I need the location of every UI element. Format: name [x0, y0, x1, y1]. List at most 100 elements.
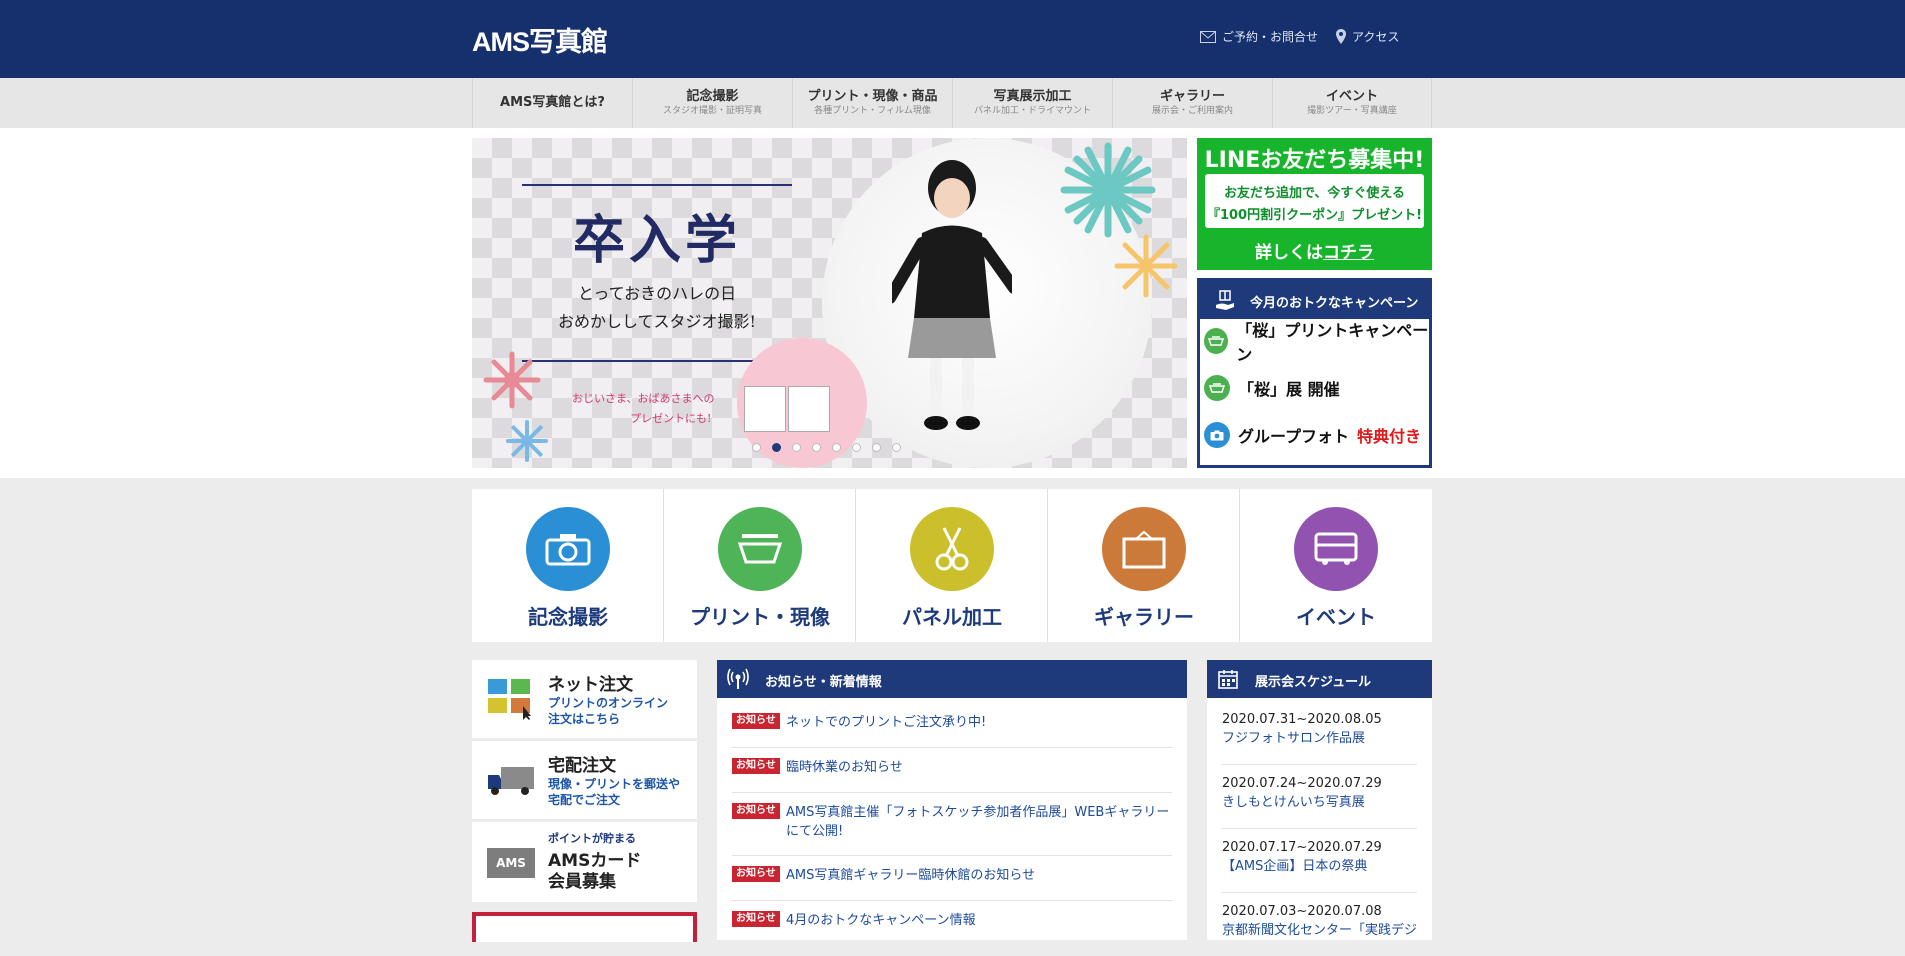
net-order-sub-2: 注文はこちら	[548, 712, 621, 726]
delivery-order-sub-1: 現像・プリントを郵送や	[548, 777, 681, 791]
hero-pink-line2: プレゼントにも!	[630, 412, 712, 425]
campaign-item-sakura-print[interactable]: 「桜」プリントキャンペーン	[1204, 321, 1429, 364]
category-portrait[interactable]: 記念撮影	[472, 489, 664, 642]
news-tag: お知らせ	[732, 866, 780, 882]
slider-dots	[752, 443, 901, 452]
hero-slider[interactable]: 卒入学 とっておきのハレの日 おめかししてスタジオ撮影! おじいさま、おばあさま…	[472, 138, 1187, 468]
slider-dot[interactable]	[832, 443, 841, 452]
map-pin-icon	[1336, 29, 1346, 44]
slider-dot-active[interactable]	[772, 443, 781, 452]
campaign-title: 今月のおトクなキャンペーン	[1250, 296, 1419, 311]
calendar-icon	[1218, 670, 1238, 689]
gift-hand-icon	[1216, 290, 1234, 310]
line-friends-banner[interactable]: LINEお友だち募集中! お友だち追加で、今すぐ使える 『100円割引クーポン』…	[1197, 138, 1432, 270]
news-item[interactable]: お知らせ AMS写真館主催「フォトスケッチ参加者作品展」WEBギャラリーにて公開…	[732, 803, 1172, 856]
news-header: お知らせ・新着情報	[717, 660, 1187, 698]
slider-dot[interactable]	[852, 443, 861, 452]
schedule-name[interactable]: フジフォトサロン作品展	[1222, 729, 1417, 748]
campaign-header: 今月のおトクなキャンペーン	[1200, 281, 1429, 319]
news-item-text[interactable]: 臨時休業のお知らせ	[786, 758, 1171, 777]
net-order-banner[interactable]: ネット注文 プリントのオンライン 注文はこちら	[472, 660, 697, 738]
delivery-order-sub-2: 宅配でご注文	[548, 793, 621, 807]
printer-icon	[1204, 375, 1230, 401]
nav-item-about[interactable]: AMS写真館とは?	[472, 78, 632, 128]
line-details-link[interactable]: 詳しくはコチラ	[1197, 238, 1432, 263]
schedule-name[interactable]: きしもとけんいち写真展	[1222, 793, 1417, 812]
category-event[interactable]: イベント	[1240, 489, 1432, 642]
schedule-date: 2020.07.17~2020.07.29	[1222, 840, 1382, 855]
flower-teal-decoration	[1060, 142, 1156, 238]
news-tag: お知らせ	[732, 713, 780, 729]
nav-item-event[interactable]: イベント 撮影ツアー・写真講座	[1272, 78, 1432, 128]
broadcast-icon	[727, 668, 749, 689]
schedule-item[interactable]: 2020.07.24~2020.07.29 きしもとけんいち写真展	[1222, 774, 1417, 829]
news-item[interactable]: お知らせ 4月のおトクなキャンペーン情報	[732, 911, 1172, 945]
schedule-header: 展示会スケジュール	[1207, 660, 1432, 698]
news-item-text[interactable]: AMS写真館主催「フォトスケッチ参加者作品展」WEBギャラリーにて公開!	[786, 803, 1171, 841]
news-item[interactable]: お知らせ 臨時休業のお知らせ	[732, 758, 1172, 793]
frame-icon	[1102, 507, 1186, 591]
news-tag: お知らせ	[732, 758, 780, 774]
schedule-name[interactable]: 【AMS企画】日本の祭典	[1222, 857, 1417, 876]
schedule-item[interactable]: 2020.07.17~2020.07.29 【AMS企画】日本の祭典	[1222, 838, 1417, 893]
slider-dot[interactable]	[792, 443, 801, 452]
delivery-order-title: 宅配注文	[548, 756, 616, 776]
site-header: AMS写真館 ご予約・お問合せ アクセス	[0, 0, 1905, 78]
ams-card-logo: AMS	[487, 848, 535, 878]
schedule-item[interactable]: 2020.07.03~2020.07.08 京都新聞文化センター「実践デジ	[1222, 902, 1417, 956]
nav-item-portrait[interactable]: 記念撮影 スタジオ撮影・証明写真	[632, 78, 792, 128]
site-logo[interactable]: AMS写真館	[472, 20, 608, 59]
campaign-item-sakura-exhibit[interactable]: 「桜」展 開催	[1204, 371, 1340, 405]
campaign-item-group-photo[interactable]: グループフォト 特典付き	[1204, 418, 1421, 452]
slider-dot[interactable]	[872, 443, 881, 452]
news-panel: お知らせ・新着情報 お知らせ ネットでのプリントご注文承り中! お知らせ 臨時休…	[717, 660, 1187, 940]
flower-yellow-decoration	[1114, 234, 1178, 298]
child-photo	[892, 160, 1012, 430]
schedule-title: 展示会スケジュール	[1255, 675, 1372, 690]
sample-photo-1	[744, 386, 786, 432]
category-print[interactable]: プリント・現像	[664, 489, 856, 642]
bus-icon	[1294, 507, 1378, 591]
mail-icon	[1200, 30, 1216, 43]
schedule-date: 2020.07.31~2020.08.05	[1222, 712, 1382, 727]
hero-pink-line1: おじいさま、おばあさまへの	[572, 392, 715, 405]
schedule-date: 2020.07.24~2020.07.29	[1222, 776, 1382, 791]
news-item-text[interactable]: 4月のおトクなキャンペーン情報	[786, 911, 1171, 930]
news-item[interactable]: お知らせ AMS写真館ギャラリー臨時休館のお知らせ	[732, 866, 1172, 901]
ornament-top	[522, 184, 792, 186]
grid-order-icon	[488, 679, 531, 720]
schedule-item[interactable]: 2020.07.31~2020.08.05 フジフォトサロン作品展	[1222, 710, 1417, 765]
line-coupon-box: お友だち追加で、今すぐ使える 『100円割引クーポン』プレゼント!	[1205, 174, 1424, 228]
delivery-order-banner[interactable]: 宅配注文 現像・プリントを郵送や 宅配でご注文	[472, 741, 697, 819]
schedule-date: 2020.07.03~2020.07.08	[1222, 904, 1382, 919]
news-title: お知らせ・新着情報	[765, 675, 882, 690]
promo-banner-partial[interactable]	[472, 912, 697, 942]
net-order-title: ネット注文	[548, 675, 633, 695]
slider-dot[interactable]	[892, 443, 901, 452]
ams-card-title-2: 会員募集	[548, 872, 616, 892]
nav-item-print[interactable]: プリント・現像・商品 各種プリント・フィルム現像	[792, 78, 952, 128]
ams-card-small: ポイントが貯まる	[548, 832, 636, 845]
news-item-text[interactable]: AMS写真館ギャラリー臨時休館のお知らせ	[786, 866, 1171, 885]
category-panel[interactable]: パネル加工	[856, 489, 1048, 642]
news-tag: お知らせ	[732, 803, 780, 819]
nav-item-gallery[interactable]: ギャラリー 展示会・ご利用案内	[1112, 78, 1272, 128]
ams-card-banner[interactable]: AMS ポイントが貯まる AMSカード 会員募集	[472, 822, 697, 902]
hero-line1: とっておきのハレの日	[577, 284, 737, 303]
category-gallery[interactable]: ギャラリー	[1048, 489, 1240, 642]
campaign-box: 今月のおトクなキャンペーン 「桜」プリントキャンペーン 「桜」展 開催 グループ…	[1197, 278, 1432, 468]
flower-blue-decoration	[506, 420, 548, 462]
slider-dot[interactable]	[752, 443, 761, 452]
news-tag: お知らせ	[732, 911, 780, 927]
line-coupon-text-1: お友だち追加で、今すぐ使える	[1223, 186, 1406, 201]
access-link[interactable]: アクセス	[1336, 28, 1399, 45]
slider-dot[interactable]	[812, 443, 821, 452]
line-coupon-text-2: 『100円割引クーポン』プレゼント!	[1206, 208, 1423, 223]
printer-icon	[718, 507, 802, 591]
schedule-name[interactable]: 京都新聞文化センター「実践デジ	[1222, 921, 1417, 940]
contact-link[interactable]: ご予約・お問合せ	[1200, 28, 1318, 45]
news-item[interactable]: お知らせ ネットでのプリントご注文承り中!	[732, 713, 1172, 748]
category-bar: 記念撮影 プリント・現像 パネル加工 ギャラリー イベント	[472, 489, 1432, 642]
nav-item-panel[interactable]: 写真展示加工 パネル加工・ドライマウント	[952, 78, 1112, 128]
news-item-text[interactable]: ネットでのプリントご注文承り中!	[786, 713, 1171, 732]
